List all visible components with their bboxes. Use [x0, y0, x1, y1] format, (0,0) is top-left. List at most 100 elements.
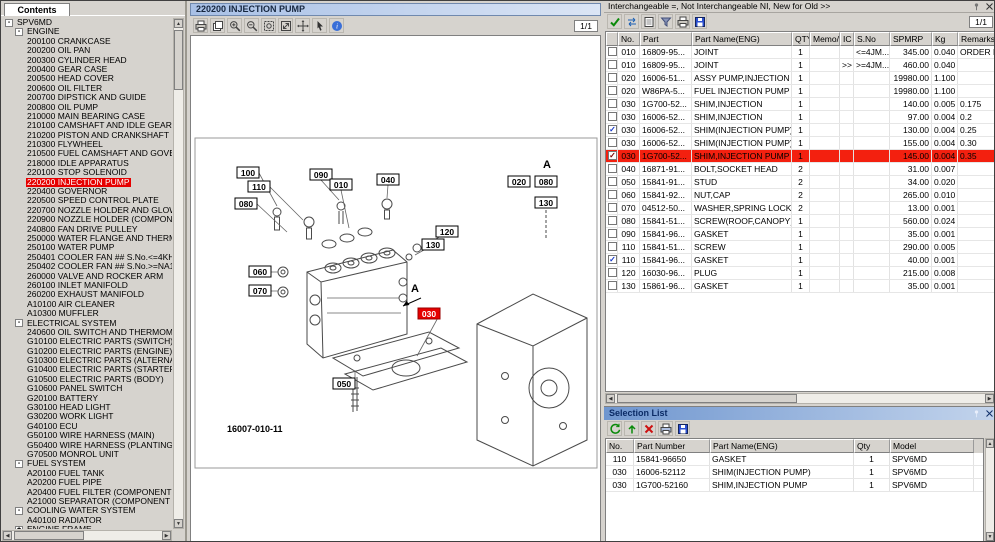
selection-table[interactable]: No.Part NumberPart Name(ENG)QtyModel 110…	[605, 438, 984, 542]
filter-icon[interactable]	[658, 14, 673, 29]
diagram-callout-120[interactable]: 120	[436, 226, 458, 237]
tree-item-218000[interactable]: 218000 IDLE APPARATUS	[3, 159, 172, 168]
tree-item-200500[interactable]: 200500 HEAD COVER	[3, 74, 172, 83]
row-select-checkbox[interactable]	[606, 267, 618, 279]
row-select-checkbox[interactable]	[606, 98, 618, 110]
apply-check-icon[interactable]	[607, 14, 622, 29]
unchecked-checkbox-icon[interactable]	[608, 203, 617, 212]
scroll-left-icon[interactable]: ◀	[606, 394, 615, 403]
contents-vertical-scrollbar[interactable]: ▲ ▼	[173, 18, 184, 529]
zoom-out-icon[interactable]	[244, 18, 259, 33]
tree-item-G50100[interactable]: G50100 WIRE HARNESS (MAIN)	[3, 431, 172, 440]
diagram-callout-030[interactable]: 030	[418, 308, 440, 319]
row-select-checkbox[interactable]: ✓	[606, 150, 618, 162]
parts-row[interactable]: 11015841-51...SCREW1290.000.005	[606, 241, 994, 254]
scroll-left-icon[interactable]: ◀	[3, 531, 12, 540]
tree-item-210100[interactable]: 210100 CAMSHAFT AND IDLE GEAR SHA	[3, 121, 172, 130]
tree-item-220200[interactable]: 220200 INJECTION PUMP	[3, 178, 172, 187]
selection-header-col-name[interactable]: Part Name(ENG)	[710, 439, 854, 453]
diagram-viewport[interactable]: 16007-010-11 100110080090010040A02008013…	[190, 35, 601, 542]
unchecked-checkbox-icon[interactable]	[608, 86, 617, 95]
tree-section-engine-frame[interactable]: +ENGINE FRAME	[3, 525, 172, 529]
tree-item-260100[interactable]: 260100 INLET MANIFOLD	[3, 281, 172, 290]
unchecked-checkbox-icon[interactable]	[608, 281, 617, 290]
diagram-callout-060[interactable]: 060	[249, 266, 271, 277]
scroll-up-icon[interactable]: ▲	[174, 19, 183, 28]
selection-header-col-qty[interactable]: Qty	[854, 439, 890, 453]
save-icon[interactable]	[675, 421, 690, 436]
parts-header-col-rem[interactable]: Remarks	[958, 32, 995, 46]
tree-item-250100[interactable]: 250100 WATER PUMP	[3, 243, 172, 252]
tree-item-A10300[interactable]: A10300 MUFFLER	[3, 309, 172, 318]
row-select-checkbox[interactable]	[606, 202, 618, 214]
row-select-checkbox[interactable]	[606, 163, 618, 175]
unchecked-checkbox-icon[interactable]	[608, 177, 617, 186]
diagram-callout-050[interactable]: 050	[333, 378, 355, 389]
tree-item-210300[interactable]: 210300 FLYWHEEL	[3, 140, 172, 149]
parts-row[interactable]: 0301G700-52...SHIM,INJECTION1140.000.005…	[606, 98, 994, 111]
delete-icon[interactable]	[641, 421, 656, 436]
tree-item-G20100[interactable]: G20100 BATTERY	[3, 394, 172, 403]
parts-row[interactable]: 05015841-91...STUD234.000.020	[606, 176, 994, 189]
tree-item-A40100[interactable]: A40100 RADIATOR	[3, 516, 172, 525]
unchecked-checkbox-icon[interactable]	[608, 229, 617, 238]
tree-item-200700[interactable]: 200700 DIPSTICK AND GUIDE	[3, 93, 172, 102]
unchecked-checkbox-icon[interactable]	[608, 138, 617, 147]
tree-item-200400[interactable]: 200400 GEAR CASE	[3, 65, 172, 74]
tree-item-G10200[interactable]: G10200 ELECTRIC PARTS (ENGINE)	[3, 347, 172, 356]
selection-row[interactable]: 03016006-52112SHIM(INJECTION PUMP)1SPV6M…	[606, 466, 983, 479]
row-select-checkbox[interactable]	[606, 215, 618, 227]
parts-row[interactable]: 07004512-50...WASHER,SPRING LOCK213.000.…	[606, 202, 994, 215]
parts-row[interactable]: 01016809-95...JOINT1<=4JM...345.000.040O…	[606, 46, 994, 59]
memo-list-icon[interactable]	[641, 14, 656, 29]
selection-vertical-scrollbar[interactable]: ▲ ▼	[985, 438, 995, 542]
selection-row[interactable]: 11015841-96650GASKET1SPV6MD	[606, 453, 983, 466]
tree-item-250000[interactable]: 250000 WATER FLANGE AND THERMOS*	[3, 234, 172, 243]
print-icon[interactable]	[193, 18, 208, 33]
horizontal-scroll-thumb[interactable]	[14, 531, 84, 540]
parts-row[interactable]: 03016006-52...SHIM(INJECTION PUMP)1155.0…	[606, 137, 994, 150]
tree-item-240800[interactable]: 240800 FAN DRIVE PULLEY	[3, 225, 172, 234]
selection-header-col-no[interactable]: No.	[606, 439, 634, 453]
interchange-icon[interactable]	[624, 14, 639, 29]
info-icon[interactable]: i	[329, 18, 344, 33]
pan-icon[interactable]	[295, 18, 310, 33]
tree-item-G10300[interactable]: G10300 ELECTRIC PARTS (ALTERNATOR	[3, 356, 172, 365]
tree-item-G10100[interactable]: G10100 ELECTRIC PARTS (SWITCH)	[3, 337, 172, 346]
row-select-checkbox[interactable]	[606, 280, 618, 292]
scroll-up-icon[interactable]: ▲	[986, 439, 994, 448]
tree-item-A20100[interactable]: A20100 FUEL TANK	[3, 469, 172, 478]
parts-row[interactable]: 09015841-96...GASKET135.000.001	[606, 228, 994, 241]
parts-row[interactable]: ✓11015841-96...GASKET140.000.001	[606, 254, 994, 267]
unchecked-checkbox-icon[interactable]	[608, 47, 617, 56]
parts-row[interactable]: ✓0301G700-52...SHIM,INJECTION PUMP1145.0…	[606, 150, 994, 163]
scroll-down-icon[interactable]: ▼	[986, 532, 994, 541]
tree-item-200300[interactable]: 200300 CYLINDER HEAD	[3, 56, 172, 65]
parts-horizontal-scrollbar[interactable]: ◀ ▶	[605, 393, 995, 404]
diagram-callout-070[interactable]: 070	[249, 285, 271, 296]
row-select-checkbox[interactable]: ✓	[606, 254, 618, 266]
tree-item-260200[interactable]: 260200 EXHAUST MANIFOLD	[3, 290, 172, 299]
tree-item-200800[interactable]: 200800 OIL PUMP	[3, 103, 172, 112]
parts-row[interactable]: 01016809-95...JOINT1>>>=4JM...460.000.04…	[606, 59, 994, 72]
diagram-callout-090[interactable]: 090	[310, 169, 332, 180]
tree-item-220700[interactable]: 220700 NOZZLE HOLDER AND GLOW PL	[3, 206, 172, 215]
unchecked-checkbox-icon[interactable]	[608, 268, 617, 277]
parts-header-col-qty[interactable]: QTY	[792, 32, 810, 46]
tree-item-A20400[interactable]: A20400 FUEL FILTER (COMPONENT PAR	[3, 488, 172, 497]
diagram-callout-130[interactable]: 130	[422, 239, 444, 250]
tree-item-G10500[interactable]: G10500 ELECTRIC PARTS (BODY)	[3, 375, 172, 384]
parts-row[interactable]: 03016006-52...SHIM,INJECTION197.000.0040…	[606, 111, 994, 124]
tree-item-260000[interactable]: 260000 VALVE AND ROCKER ARM	[3, 272, 172, 281]
pin-icon[interactable]	[971, 408, 981, 418]
tree-item-A10100[interactable]: A10100 AIR CLEANER	[3, 300, 172, 309]
close-icon[interactable]	[984, 1, 994, 11]
move-up-icon[interactable]	[624, 421, 639, 436]
unchecked-checkbox-icon[interactable]	[608, 242, 617, 251]
parts-row[interactable]: 06015841-92...NUT,CAP2265.000.010	[606, 189, 994, 202]
parts-row[interactable]: 13015861-96...GASKET135.000.001	[606, 280, 994, 293]
selection-row[interactable]: 0301G700-52160SHIM,INJECTION PUMP1SPV6MD	[606, 479, 983, 492]
unchecked-checkbox-icon[interactable]	[608, 190, 617, 199]
collapse-icon[interactable]: -	[15, 507, 23, 515]
pointer-icon[interactable]	[312, 18, 327, 33]
